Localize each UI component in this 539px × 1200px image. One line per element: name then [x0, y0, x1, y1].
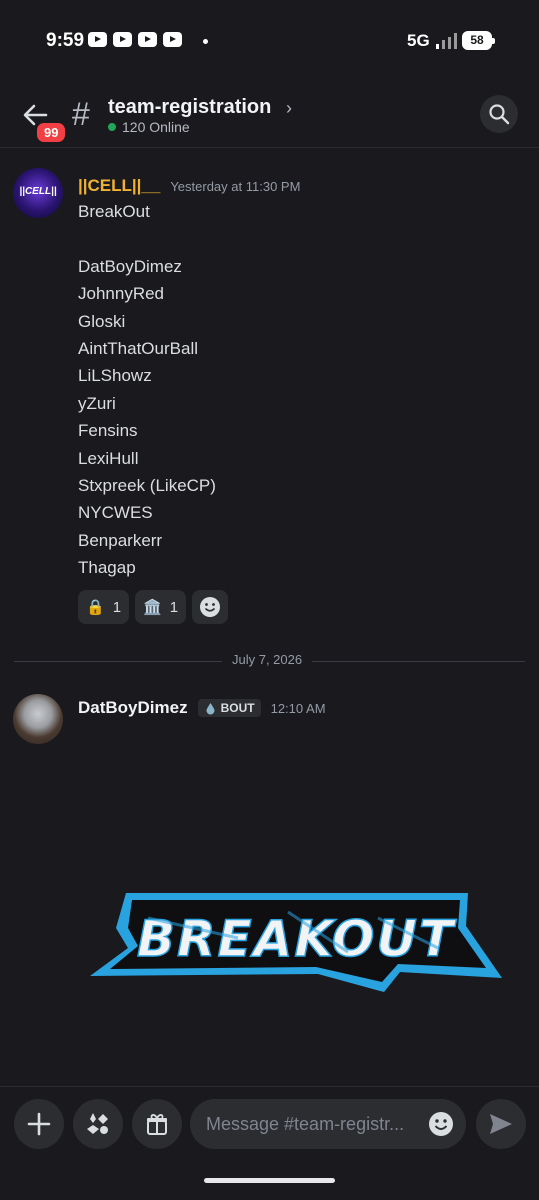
message-line: LiLShowz: [78, 366, 152, 386]
add-attachment-button[interactable]: [14, 1099, 64, 1149]
message-line: DatBoyDimez: [78, 256, 182, 276]
message-line: AintThatOurBall: [78, 338, 198, 358]
server-tag[interactable]: BOUT: [197, 699, 261, 717]
breakout-logo-image[interactable]: BREAKOUT: [88, 888, 503, 996]
author-name[interactable]: DatBoyDimez: [78, 698, 188, 718]
message-line: Thagap: [78, 558, 136, 578]
lock-icon: 🔒: [86, 599, 105, 616]
avatar[interactable]: [13, 694, 63, 744]
online-status-icon: [108, 123, 116, 131]
search-icon: [489, 104, 510, 125]
bank-icon: 🏛️: [143, 599, 162, 616]
avatar-text: ||CELL||: [19, 186, 57, 197]
message-input-container: [190, 1099, 466, 1149]
author-name[interactable]: ||CELL||__: [78, 176, 160, 196]
message-line: Stxpreek (LikeCP): [78, 475, 216, 495]
message-content: BreakOut DatBoyDimez JohnnyRed Gloski Ai…: [78, 198, 216, 581]
emoji-icon[interactable]: [428, 1111, 454, 1137]
channel-name[interactable]: team-registration: [108, 96, 271, 119]
reaction-lock[interactable]: 🔒 1: [78, 590, 130, 624]
message-line: JohnnyRed: [78, 284, 165, 304]
message-header: DatBoyDimez BOUT 12:10 AM: [78, 698, 326, 718]
message-line: NYCWES: [78, 503, 153, 523]
apps-icon: [87, 1113, 108, 1134]
online-count: 120 Online: [122, 119, 190, 135]
channel-header: 99 # team-registration › 120 Online: [0, 88, 539, 148]
signal-icon: [436, 33, 457, 49]
youtube-notification-icon: [88, 32, 107, 47]
message-line: yZuri: [78, 393, 116, 413]
smiley-icon: [200, 597, 221, 617]
chevron-right-icon[interactable]: ›: [286, 98, 292, 119]
message-line: Gloski: [78, 311, 126, 331]
status-time: 9:59: [46, 30, 85, 51]
server-tag-label: BOUT: [220, 701, 255, 715]
plus-icon: [27, 1112, 51, 1136]
apps-button[interactable]: [73, 1099, 123, 1149]
youtube-notification-icon: [163, 32, 182, 47]
reaction-count: 1: [112, 598, 122, 616]
send-icon: [490, 1114, 512, 1134]
gift-icon: [147, 1114, 167, 1135]
status-bar: 9:59 5G 58: [0, 0, 539, 80]
message-line: Fensins: [78, 421, 138, 441]
channel-hash-icon: #: [72, 96, 90, 132]
timestamp: 12:10 AM: [270, 700, 326, 716]
gift-button[interactable]: [132, 1099, 182, 1149]
more-notifications-dot-icon: [203, 39, 208, 44]
message-line: LexiHull: [78, 448, 139, 468]
reactions: 🔒 1 🏛️ 1: [78, 590, 229, 624]
date-divider-label: July 7, 2026: [222, 652, 313, 667]
home-indicator[interactable]: [204, 1178, 335, 1183]
network-type: 5G: [407, 31, 430, 50]
add-reaction-button[interactable]: [192, 590, 229, 624]
message-line: BreakOut: [78, 202, 150, 221]
reaction-count: 1: [169, 598, 179, 616]
youtube-notification-icon: [138, 32, 157, 47]
message-input[interactable]: [206, 1099, 424, 1149]
message-header: ||CELL||__ Yesterday at 11:30 PM: [78, 176, 300, 196]
message-composer: [0, 1086, 539, 1200]
search-button[interactable]: [480, 95, 518, 133]
message-line: [78, 225, 216, 252]
droplet-icon: [206, 702, 215, 714]
battery-icon: 58: [462, 31, 495, 50]
timestamp: Yesterday at 11:30 PM: [170, 179, 301, 194]
message-line: Benparkerr: [78, 530, 163, 550]
reaction-bank[interactable]: 🏛️ 1: [135, 590, 187, 624]
notification-icons: [88, 32, 182, 47]
youtube-notification-icon: [113, 32, 132, 47]
avatar[interactable]: ||CELL||: [13, 168, 63, 218]
unread-badge: 99: [34, 120, 69, 145]
send-button[interactable]: [476, 1099, 526, 1149]
